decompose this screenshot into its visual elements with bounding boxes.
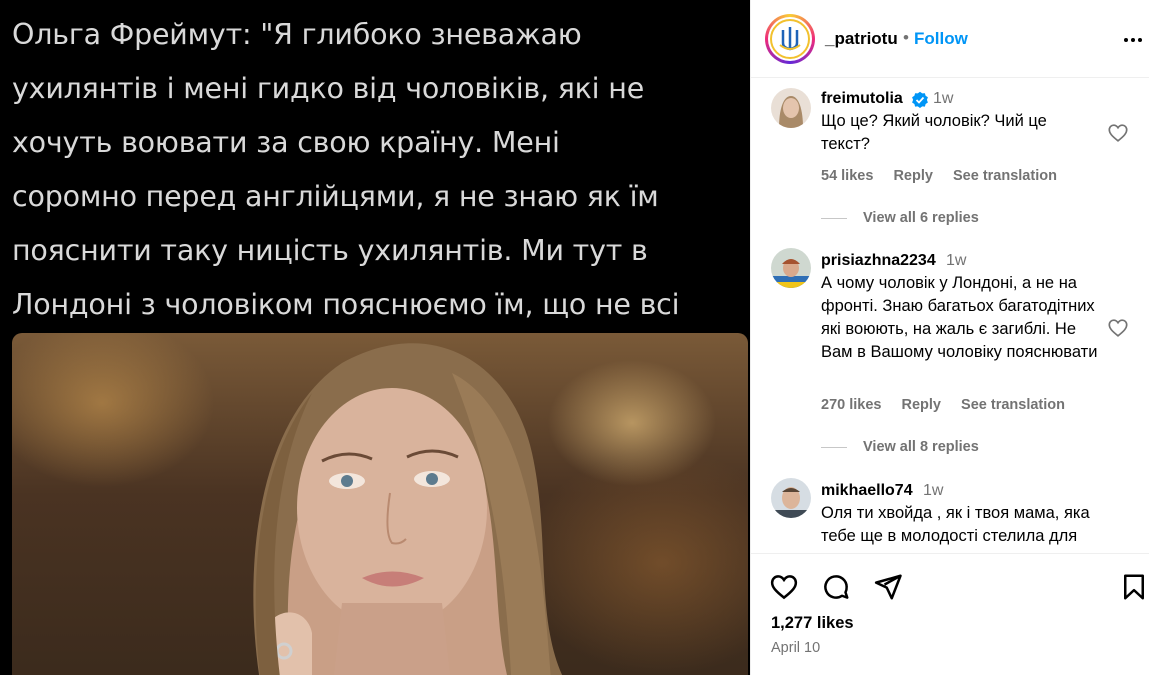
post-photo	[12, 333, 748, 675]
comment-time: 1w	[923, 482, 944, 499]
view-replies-label: View all 6 replies	[863, 210, 979, 226]
see-translation-button[interactable]: See translation	[953, 168, 1057, 184]
post-actions: 1,277 likes April 10	[751, 553, 1149, 675]
post-media[interactable]: Ольга Фреймут: "Я глибоко зневажаю ухиля…	[0, 0, 750, 675]
bookmark-icon[interactable]	[1119, 572, 1149, 602]
comment-text: А чому чоловік у Лондоні, а не на фронті…	[821, 274, 1098, 361]
post-author-username[interactable]: _patriotu	[825, 29, 898, 49]
reply-button[interactable]: Reply	[902, 397, 942, 413]
commenter-username[interactable]: freimutolia	[821, 90, 903, 108]
post-sidebar: _patriotu • Follow freimutolia 1w Що це?…	[750, 0, 1149, 675]
commenter-username[interactable]: prisiazhna2234	[821, 252, 936, 270]
heart-icon[interactable]	[769, 572, 799, 602]
view-replies-button[interactable]: View all 8 replies	[821, 439, 979, 455]
comment-like-count[interactable]: 270 likes	[821, 397, 881, 413]
comment-meta: 270 likes Reply See translation	[821, 397, 1081, 413]
comment-icon[interactable]	[821, 572, 851, 602]
follow-button[interactable]: Follow	[914, 29, 968, 49]
see-translation-button[interactable]: See translation	[961, 397, 1065, 413]
view-replies-button[interactable]: View all 6 replies	[821, 210, 979, 226]
post-image-text: Ольга Фреймут: "Я глибоко зневажаю ухиля…	[12, 18, 680, 375]
comment-time: 1w	[933, 90, 954, 107]
post-date[interactable]: April 10	[771, 640, 820, 656]
reply-button[interactable]: Reply	[893, 168, 933, 184]
comment-meta: 54 likes Reply See translation	[821, 168, 1073, 184]
commenter-username[interactable]: mikhaello74	[821, 482, 913, 500]
comment-text: Оля ти хвойда , як і твоя мама, яка тебе…	[821, 504, 1090, 545]
verified-badge-icon	[912, 91, 928, 108]
post-header: _patriotu • Follow	[751, 0, 1149, 78]
commenter-avatar[interactable]	[771, 248, 811, 288]
trident-logo-icon	[770, 19, 810, 59]
view-replies-label: View all 8 replies	[863, 439, 979, 455]
comment-like-heart-icon[interactable]	[1107, 317, 1129, 339]
commenter-avatar[interactable]	[771, 478, 811, 518]
share-icon[interactable]	[873, 572, 903, 602]
replies-divider-line	[821, 217, 847, 219]
more-horizontal-icon[interactable]	[1123, 30, 1143, 50]
separator-dot: •	[903, 28, 909, 47]
comment-time: 1w	[946, 252, 967, 269]
commenter-avatar[interactable]	[771, 88, 811, 128]
post-like-count[interactable]: 1,277 likes	[771, 614, 854, 633]
replies-divider-line	[821, 446, 847, 448]
profile-avatar[interactable]	[765, 14, 815, 64]
comments-list[interactable]: freimutolia 1w Що це? Який чоловік? Чий …	[751, 78, 1149, 553]
comment-like-heart-icon[interactable]	[1107, 122, 1129, 144]
comment-text: Що це? Який чоловік? Чий це текст?	[821, 112, 1047, 153]
comment-like-count[interactable]: 54 likes	[821, 168, 873, 184]
